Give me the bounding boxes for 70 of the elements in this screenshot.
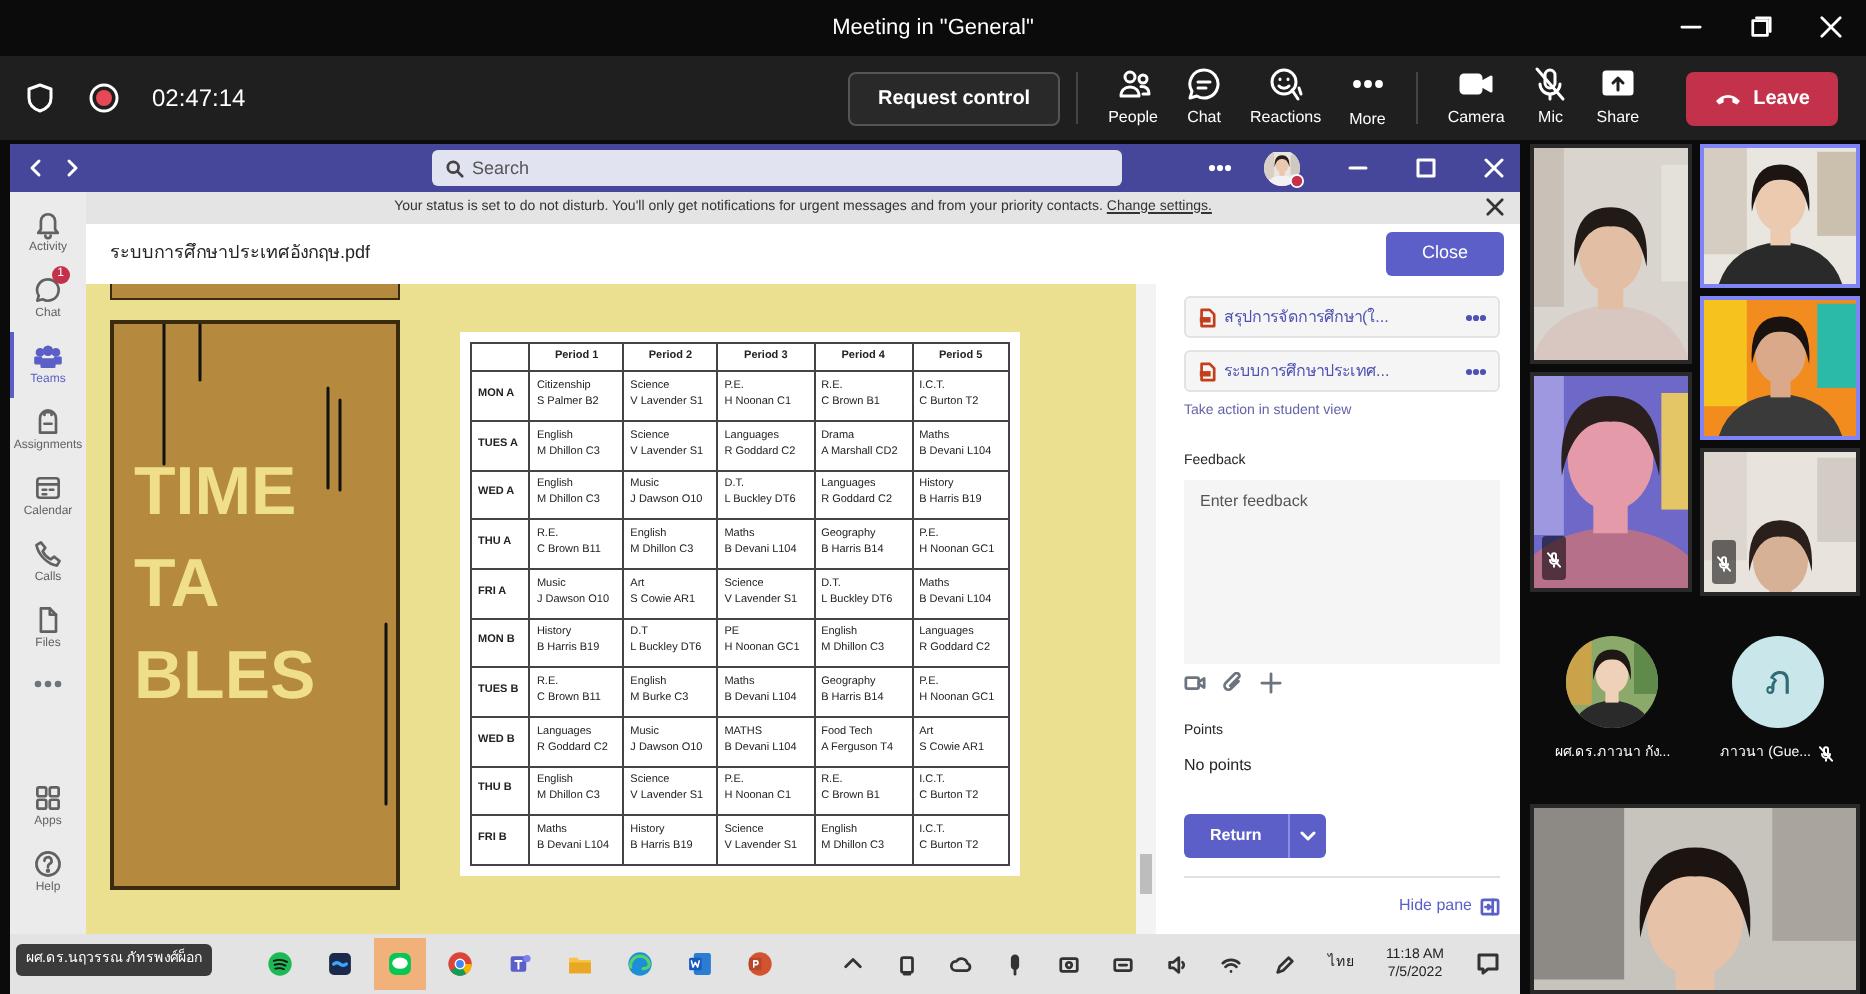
smiley-icon: [1267, 66, 1304, 102]
cloud-icon[interactable]: [949, 953, 972, 975]
leave-button[interactable]: Leave: [1685, 71, 1838, 125]
search-field[interactable]: Search: [432, 150, 1122, 186]
help-icon: [32, 848, 64, 880]
shield-icon: [24, 82, 56, 114]
plus-icon[interactable]: [1260, 672, 1282, 694]
dropdown-button[interactable]: [1287, 813, 1326, 857]
close-icon[interactable]: [1486, 198, 1504, 216]
poster-title: TIME TA BLES: [134, 452, 316, 718]
meeting-timer: 02:47:14: [152, 82, 246, 116]
request-control-button[interactable]: Request control: [847, 71, 1061, 125]
bell-icon: [32, 208, 64, 240]
people-icon: [1115, 66, 1152, 102]
presentation-app-icon: [746, 946, 774, 982]
calendar-icon: [32, 472, 64, 504]
pen-icon[interactable]: [1273, 953, 1296, 975]
people-icon: [32, 340, 64, 372]
points-value: No points: [1184, 753, 1254, 777]
chat-icon: [1186, 66, 1223, 102]
phone-icon: [32, 538, 64, 570]
pdf-icon: [1198, 307, 1216, 327]
back-icon[interactable]: [26, 158, 46, 178]
toolbar-button[interactable]: People: [1094, 66, 1173, 130]
feedback-field[interactable]: Enter feedback: [1184, 480, 1500, 664]
search-icon: [446, 160, 464, 178]
hide-pane-button[interactable]: Hide pane: [1399, 894, 1500, 918]
more-icon[interactable]: [1466, 367, 1486, 375]
file-name: ระบบการศึกษาประเทศอังกฤษ.pdf: [110, 240, 371, 267]
video-icon[interactable]: [1184, 672, 1206, 694]
more-icon[interactable]: [1466, 313, 1486, 321]
pdf-icon: [1198, 361, 1216, 381]
share-icon: [1599, 66, 1636, 102]
notification-icon[interactable]: [1476, 952, 1500, 976]
toolbar-button[interactable]: Chat: [1172, 66, 1237, 130]
status-icon: [1290, 174, 1304, 188]
caret-icon: [1299, 830, 1316, 843]
attachment-card[interactable]: ระบบการศึกษาประเทศ...: [1184, 350, 1500, 392]
chat-icon: [32, 274, 64, 306]
speaker-icon[interactable]: [1165, 953, 1188, 975]
browser-icon: [626, 946, 654, 982]
more-icon[interactable]: [34, 678, 62, 690]
attachment-name: ระบบการศึกษาประเทศ...: [1224, 359, 1392, 383]
apps-icon: [32, 782, 64, 814]
forward-icon[interactable]: [62, 158, 82, 178]
attachment-name: สรุปการจัดการศึกษา(ใ...: [1224, 305, 1391, 329]
mic-off-icon: [1532, 66, 1569, 102]
avatar: ภ: [1731, 635, 1824, 728]
toolbar-button[interactable]: More: [1335, 64, 1400, 132]
restore-icon[interactable]: [1750, 16, 1772, 38]
toolbar-button[interactable]: Mic: [1518, 66, 1583, 130]
wifi-icon[interactable]: [1219, 953, 1242, 975]
toolbar-button[interactable]: Share: [1582, 66, 1654, 130]
table-cell: [471, 343, 530, 372]
screen-icon[interactable]: [1057, 953, 1080, 975]
scrollbar[interactable]: [1136, 284, 1156, 934]
more-icon: [1349, 80, 1386, 88]
close-button[interactable]: Close: [1385, 232, 1504, 276]
toolbar-button[interactable]: Reactions: [1236, 66, 1336, 130]
battery-icon[interactable]: [1111, 953, 1134, 975]
attachment-card[interactable]: สรุปการจัดการศึกษา(ใ...: [1184, 296, 1500, 338]
paperclip-icon[interactable]: [1222, 672, 1244, 694]
music-app-icon: [266, 946, 294, 982]
device-icon[interactable]: [895, 953, 918, 975]
toolbar-button[interactable]: Camera: [1433, 66, 1519, 130]
return-button[interactable]: Return: [1184, 813, 1288, 857]
browser-icon: [446, 946, 474, 982]
pane-icon: [1480, 897, 1500, 915]
window-title: Meeting in "General": [832, 13, 1034, 44]
maximize-icon[interactable]: [1416, 158, 1436, 178]
